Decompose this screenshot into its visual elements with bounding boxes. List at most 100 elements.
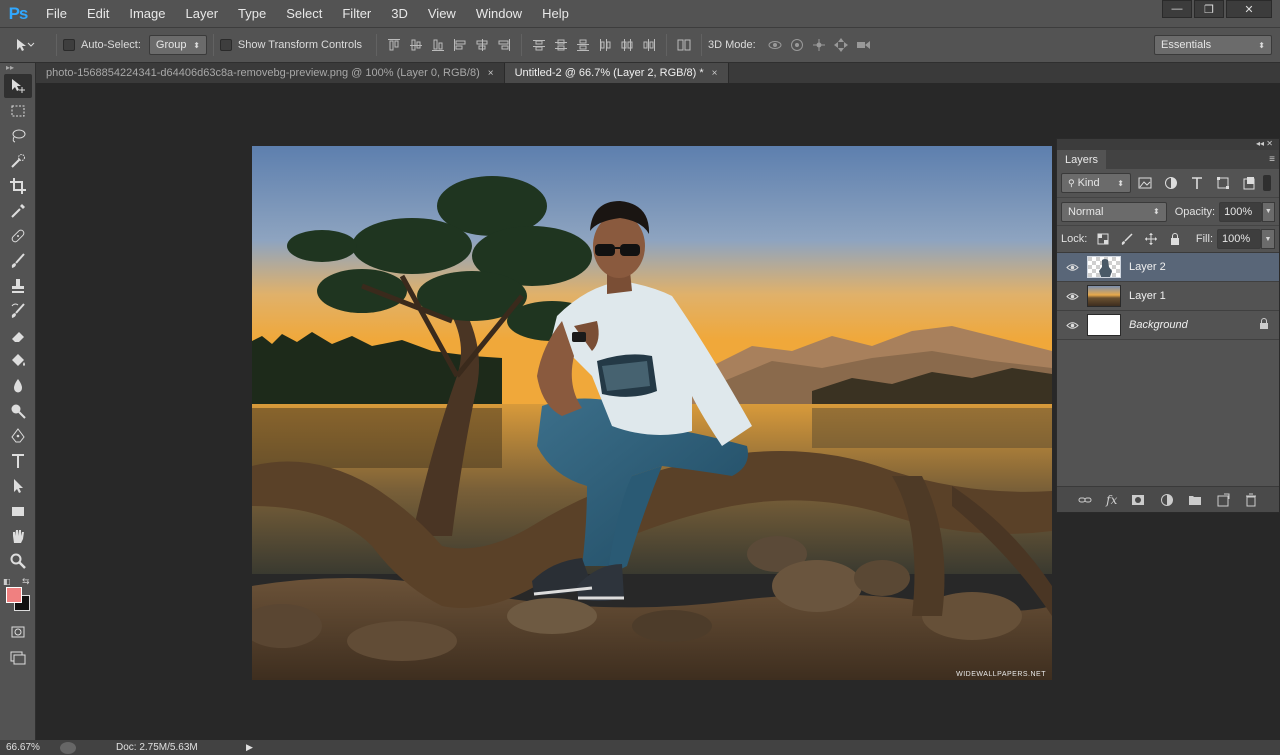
align-bottom-icon[interactable] (427, 34, 449, 56)
blur-tool-icon[interactable] (4, 374, 32, 398)
menu-help[interactable]: Help (532, 0, 579, 27)
restore-button[interactable]: ❐ (1194, 0, 1224, 18)
smart-object-filter-icon[interactable] (1237, 173, 1261, 193)
show-transform-checkbox[interactable] (219, 39, 232, 51)
layer-style-fx-icon[interactable]: fx (1106, 493, 1117, 507)
lock-pixels-icon[interactable] (1115, 229, 1139, 249)
menu-layer[interactable]: Layer (176, 0, 229, 27)
chevron-down-icon[interactable]: ▼ (1261, 229, 1275, 249)
swap-colors-icon[interactable]: ⇆ (22, 576, 30, 587)
tab-untitled-2[interactable]: Untitled-2 @ 66.7% (Layer 2, RGB/8) * × (504, 63, 729, 83)
zoom-level[interactable]: 66.67% (0, 742, 54, 753)
new-layer-icon[interactable] (1216, 493, 1230, 507)
new-group-icon[interactable] (1188, 493, 1202, 507)
distribute-hcenter-icon[interactable] (616, 34, 638, 56)
collapse-panel-icon[interactable]: ◂◂ ✕ (1256, 139, 1273, 148)
align-hcenter-icon[interactable] (471, 34, 493, 56)
lock-transparency-icon[interactable] (1091, 229, 1115, 249)
filter-toggle[interactable] (1263, 175, 1271, 191)
panel-menu-icon[interactable]: ≡ (1269, 154, 1275, 165)
history-brush-tool-icon[interactable] (4, 299, 32, 323)
align-vcenter-icon[interactable] (405, 34, 427, 56)
foreground-color-swatch[interactable] (6, 587, 22, 603)
document-canvas[interactable]: WIDEWALLPAPERS.NET (252, 146, 1052, 680)
workspace-dropdown[interactable]: Essentials ⬍ (1154, 35, 1272, 55)
shape-filter-icon[interactable] (1211, 173, 1235, 193)
align-top-icon[interactable] (383, 34, 405, 56)
adjustment-layer-icon[interactable] (1160, 493, 1174, 507)
lock-all-icon[interactable] (1163, 229, 1187, 249)
eyedropper-tool-icon[interactable] (4, 199, 32, 223)
clone-stamp-tool-icon[interactable] (4, 274, 32, 298)
link-layers-icon[interactable] (1078, 493, 1092, 507)
layer-row-layer-1[interactable]: Layer 1 (1057, 282, 1279, 311)
3d-pan-icon[interactable] (808, 34, 830, 56)
align-right-icon[interactable] (493, 34, 515, 56)
menu-edit[interactable]: Edit (77, 0, 119, 27)
fill-input[interactable]: 100% (1217, 229, 1261, 249)
tab-photo-document[interactable]: photo-1568854224341-d64406d63c8a-removeb… (36, 63, 505, 83)
rectangle-tool-icon[interactable] (4, 499, 32, 523)
eraser-tool-icon[interactable] (4, 324, 32, 348)
3d-roll-icon[interactable] (786, 34, 808, 56)
align-left-icon[interactable] (449, 34, 471, 56)
distribute-top-icon[interactable] (528, 34, 550, 56)
pen-tool-icon[interactable] (4, 424, 32, 448)
quick-selection-tool-icon[interactable] (4, 149, 32, 173)
lasso-tool-icon[interactable] (4, 124, 32, 148)
type-tool-icon[interactable] (4, 449, 32, 473)
opacity-input[interactable]: 100% (1219, 201, 1262, 222)
healing-brush-tool-icon[interactable] (4, 224, 32, 248)
menu-3d[interactable]: 3D (381, 0, 418, 27)
chevron-down-icon[interactable]: ▼ (1261, 201, 1276, 222)
3d-rotate-icon[interactable] (764, 34, 786, 56)
menu-type[interactable]: Type (228, 0, 276, 27)
path-selection-tool-icon[interactable] (4, 474, 32, 498)
distribute-right-icon[interactable] (638, 34, 660, 56)
move-tool-icon[interactable] (4, 74, 32, 98)
distribute-vcenter-icon[interactable] (550, 34, 572, 56)
type-filter-icon[interactable] (1185, 173, 1209, 193)
dodge-tool-icon[interactable] (4, 399, 32, 423)
distribute-left-icon[interactable] (594, 34, 616, 56)
share-icon[interactable] (60, 741, 76, 754)
marquee-tool-icon[interactable] (4, 99, 32, 123)
hand-tool-icon[interactable] (4, 524, 32, 548)
close-icon[interactable]: × (488, 68, 494, 79)
default-colors-icon[interactable]: ◧ (3, 577, 11, 586)
close-icon[interactable]: × (712, 68, 718, 79)
panel-grip-icon[interactable]: ▸▸ (0, 63, 35, 73)
trash-icon[interactable] (1244, 493, 1258, 507)
3d-scale-icon[interactable] (852, 34, 874, 56)
menu-file[interactable]: File (36, 0, 77, 27)
menu-window[interactable]: Window (466, 0, 532, 27)
layer-row-layer-2[interactable]: Layer 2 (1057, 253, 1279, 282)
menu-filter[interactable]: Filter (332, 0, 381, 27)
eye-icon[interactable] (1057, 263, 1087, 272)
add-mask-icon[interactable] (1131, 493, 1145, 507)
menu-select[interactable]: Select (276, 0, 332, 27)
zoom-tool-icon[interactable] (4, 549, 32, 573)
filter-kind-dropdown[interactable]: ⚲ Kind ⬍ (1061, 173, 1131, 193)
minimize-button[interactable]: — (1162, 0, 1192, 18)
3d-slide-icon[interactable] (830, 34, 852, 56)
eye-icon[interactable] (1057, 292, 1087, 301)
adjustment-filter-icon[interactable] (1159, 173, 1183, 193)
menu-view[interactable]: View (418, 0, 466, 27)
lock-position-icon[interactable] (1139, 229, 1163, 249)
brush-tool-icon[interactable] (4, 249, 32, 273)
layer-row-background[interactable]: Background (1057, 311, 1279, 340)
eye-icon[interactable] (1057, 321, 1087, 330)
crop-tool-icon[interactable] (4, 174, 32, 198)
auto-select-checkbox[interactable] (63, 39, 75, 51)
pixel-filter-icon[interactable] (1133, 173, 1157, 193)
close-button[interactable]: ✕ (1226, 0, 1272, 18)
distribute-bottom-icon[interactable] (572, 34, 594, 56)
quick-mask-icon[interactable] (4, 620, 32, 644)
status-menu-arrow-icon[interactable]: ▶ (246, 742, 253, 753)
paint-bucket-tool-icon[interactable] (4, 349, 32, 373)
menu-image[interactable]: Image (119, 0, 175, 27)
move-tool-preset-icon[interactable] (0, 37, 50, 53)
screen-mode-icon[interactable] (4, 645, 32, 669)
tab-layers[interactable]: Layers (1057, 150, 1107, 169)
